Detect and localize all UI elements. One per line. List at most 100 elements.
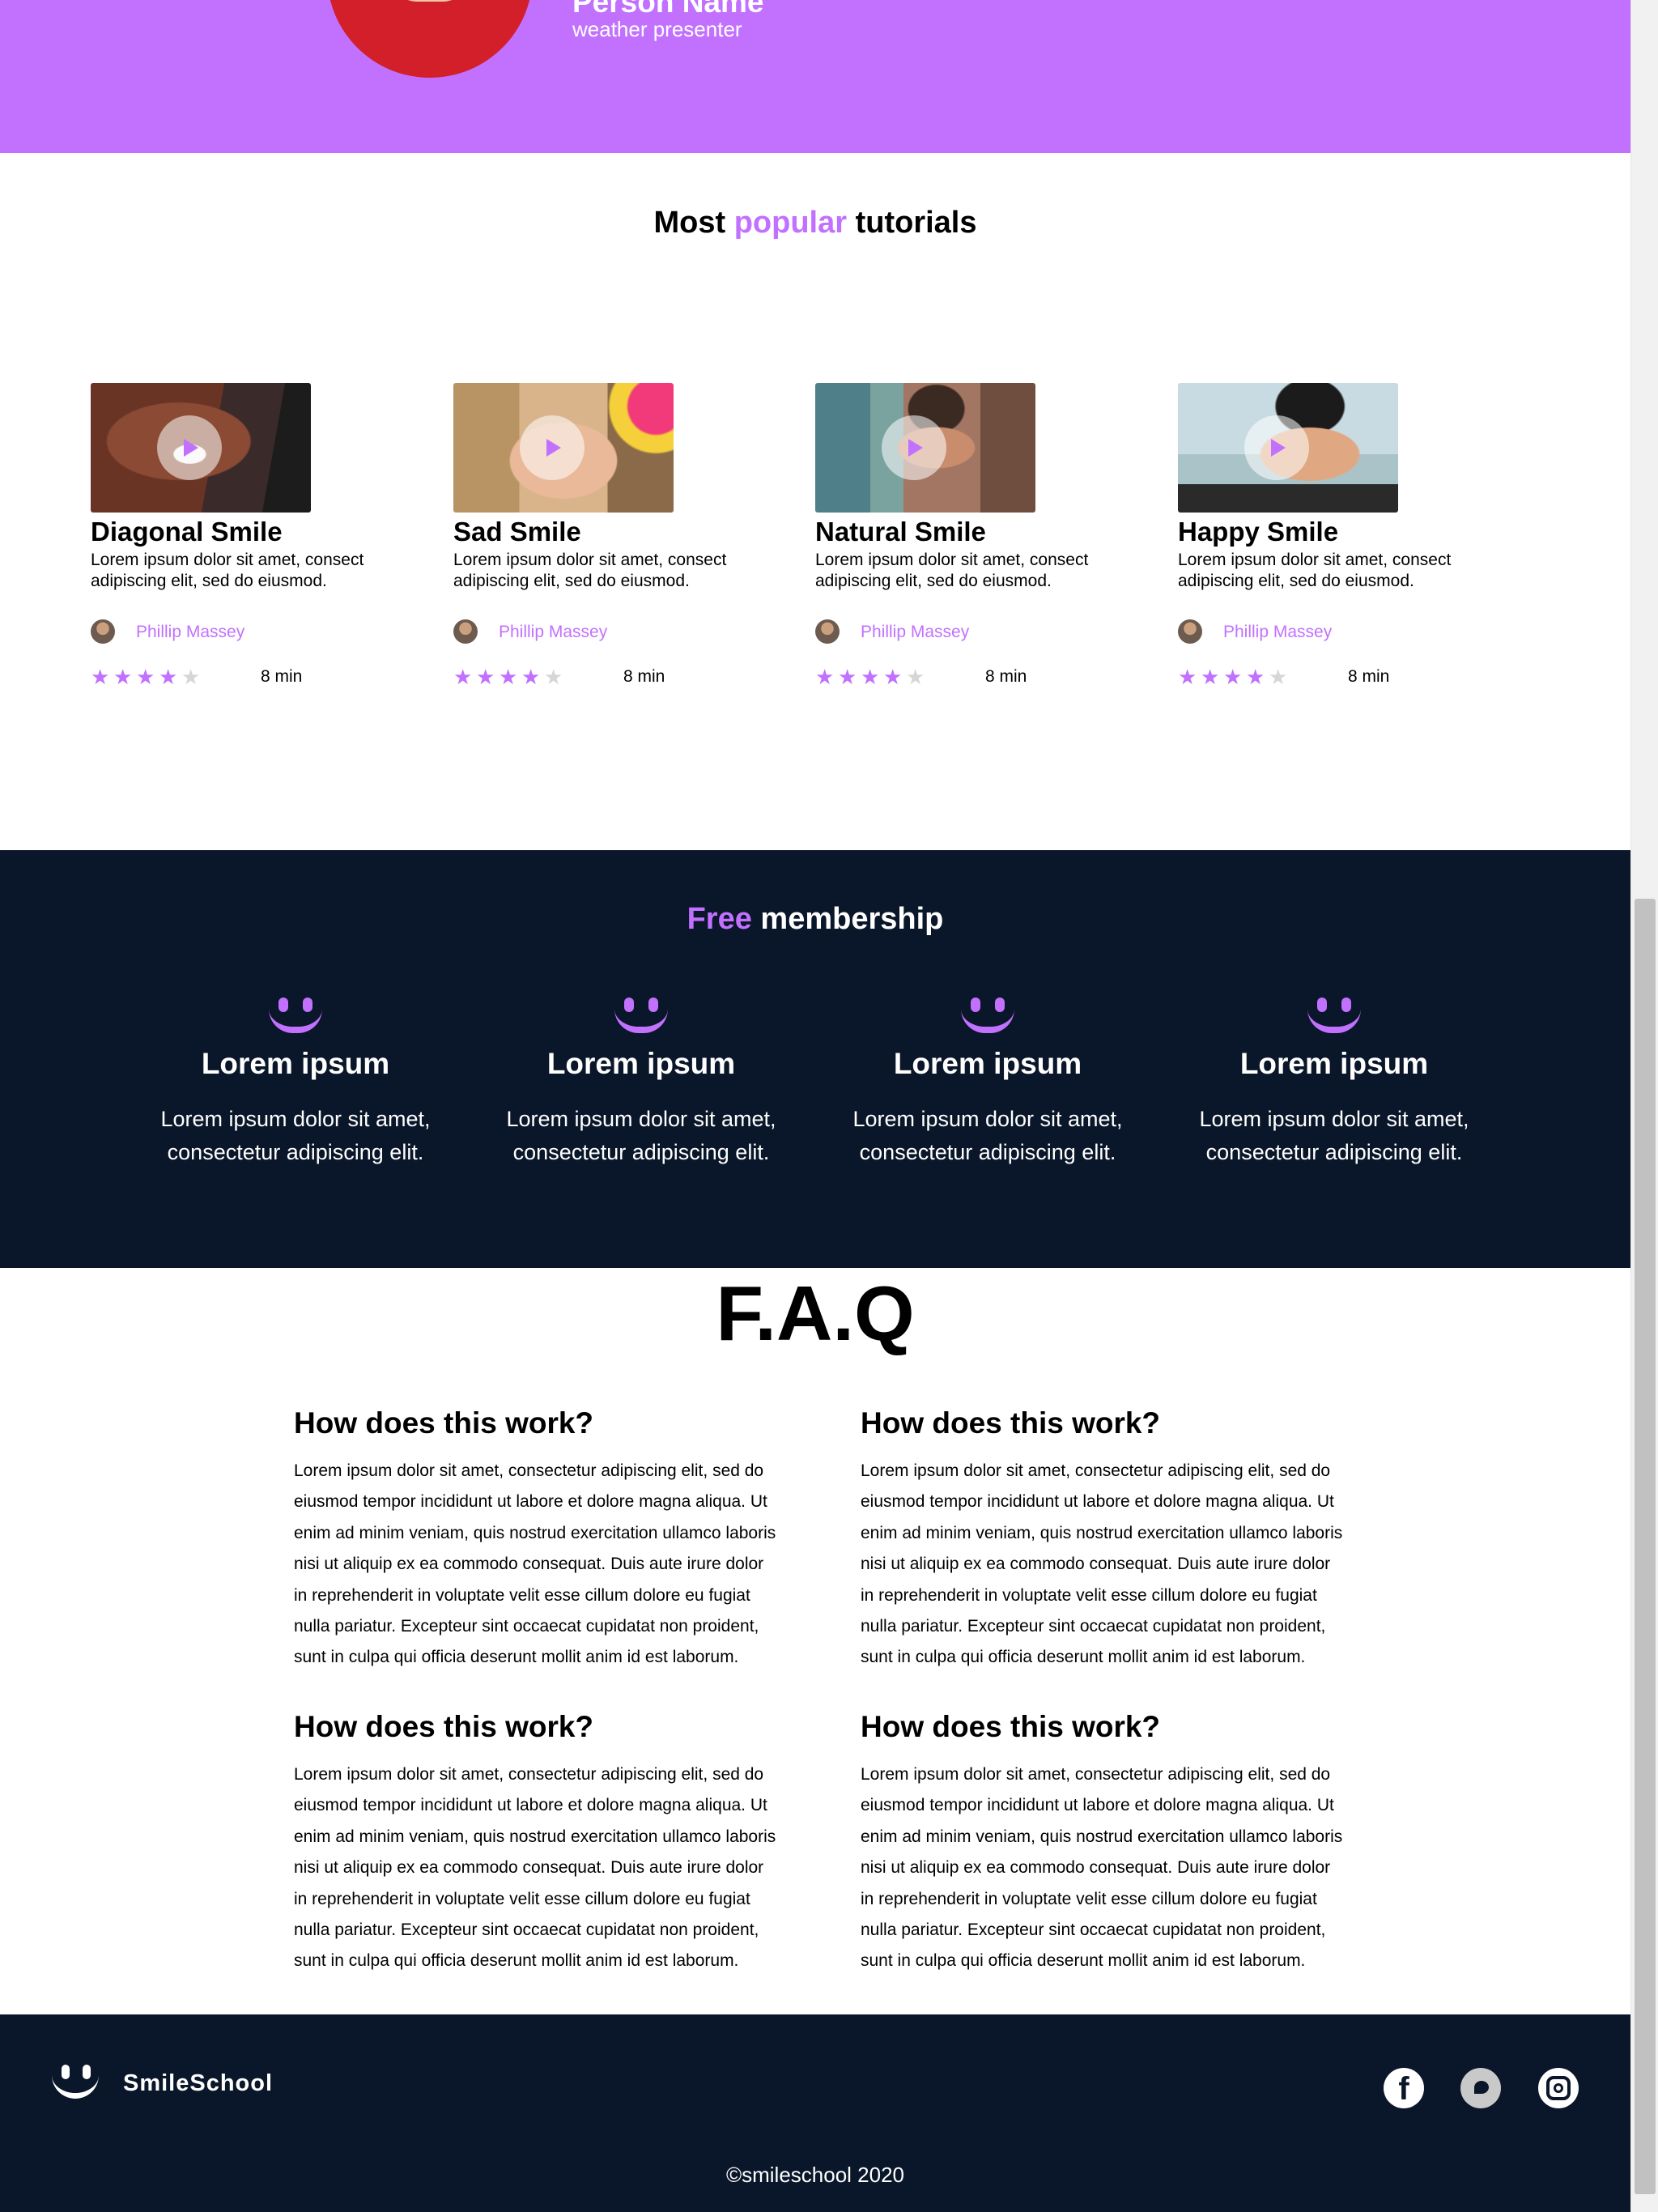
smileschool-logo-icon[interactable] bbox=[50, 2063, 100, 2107]
tutorial-thumbnail[interactable] bbox=[1178, 383, 1398, 513]
copyright-text: ©smileschool 2020 bbox=[725, 2163, 905, 2187]
author-name[interactable]: Phillip Massey bbox=[861, 622, 969, 643]
tutorial-card-sad-smile[interactable]: Sad Smile Lorem ipsum dolor sit amet, co… bbox=[453, 383, 769, 707]
faq-question: How does this work? bbox=[861, 1406, 1161, 1440]
testimonial-hero: Person Name weather presenter bbox=[0, 0, 1630, 153]
membership-feature: Lorem ipsum Lorem ipsum dolor sit amet, … bbox=[842, 993, 1133, 1169]
rating-stars: ★★★★★ bbox=[91, 666, 204, 687]
tutorial-description: Lorem ipsum dolor sit amet, consect adip… bbox=[1178, 551, 1452, 590]
vertical-scrollbar[interactable] bbox=[1630, 0, 1658, 2212]
author-avatar bbox=[815, 619, 840, 644]
tutorial-description: Lorem ipsum dolor sit amet, consect adip… bbox=[815, 551, 1089, 590]
star-icon: ★ bbox=[476, 665, 503, 689]
star-icon: ★ bbox=[91, 665, 117, 689]
tutorial-thumbnail[interactable] bbox=[815, 383, 1035, 513]
tutorial-card-diagonal-smile[interactable]: Diagonal Smile Lorem ipsum dolor sit ame… bbox=[91, 383, 406, 707]
star-icon: ★ bbox=[1269, 665, 1295, 689]
feature-description: Lorem ipsum dolor sit amet, consectetur … bbox=[160, 1107, 431, 1164]
scrollbar-thumb[interactable] bbox=[1635, 899, 1656, 2194]
feature-title: Lorem ipsum bbox=[1239, 1047, 1429, 1080]
star-icon: ★ bbox=[544, 665, 571, 689]
tutorial-description: Lorem ipsum dolor sit amet, consect adip… bbox=[91, 551, 364, 590]
tutorial-thumbnail[interactable] bbox=[91, 383, 311, 513]
play-icon[interactable] bbox=[882, 415, 946, 480]
star-icon: ★ bbox=[906, 665, 933, 689]
tutorial-title[interactable]: Happy Smile bbox=[1178, 516, 1338, 548]
star-icon: ★ bbox=[861, 665, 887, 689]
membership-title-highlight: Free bbox=[687, 902, 752, 936]
rating-stars: ★★★★★ bbox=[1178, 666, 1291, 687]
rating-stars: ★★★★★ bbox=[815, 666, 929, 687]
membership-feature: Lorem ipsum Lorem ipsum dolor sit amet, … bbox=[1188, 993, 1480, 1169]
membership-section: Free membership Lorem ipsum Lorem ipsum … bbox=[0, 850, 1630, 1268]
tutorial-description: Lorem ipsum dolor sit amet, consect adip… bbox=[453, 551, 727, 590]
tutorial-card-happy-smile[interactable]: Happy Smile Lorem ipsum dolor sit amet, … bbox=[1178, 383, 1494, 707]
faq-item: How does this work? Lorem ipsum dolor si… bbox=[294, 1709, 780, 1977]
membership-section-title: Free membership bbox=[0, 899, 1630, 939]
feature-title: Lorem ipsum bbox=[546, 1047, 736, 1080]
feature-title: Lorem ipsum bbox=[893, 1047, 1082, 1080]
star-icon: ★ bbox=[159, 665, 185, 689]
author-avatar bbox=[91, 619, 115, 644]
star-icon: ★ bbox=[1246, 665, 1273, 689]
faq-item: How does this work? Lorem ipsum dolor si… bbox=[294, 1406, 780, 1674]
author-avatar bbox=[1178, 619, 1202, 644]
instagram-icon[interactable] bbox=[1538, 2068, 1579, 2108]
feature-title: Lorem ipsum bbox=[201, 1047, 390, 1080]
author-name[interactable]: Phillip Massey bbox=[136, 622, 244, 643]
tutorial-duration: 8 min bbox=[261, 667, 303, 686]
star-icon: ★ bbox=[453, 665, 480, 689]
feature-description: Lorem ipsum dolor sit amet, consectetur … bbox=[852, 1107, 1123, 1164]
tutorial-title[interactable]: Sad Smile bbox=[453, 516, 581, 548]
twitter-icon[interactable] bbox=[1460, 2068, 1501, 2108]
faq-question: How does this work? bbox=[294, 1406, 594, 1440]
rating-stars: ★★★★★ bbox=[453, 666, 567, 687]
play-icon[interactable] bbox=[1244, 415, 1309, 480]
star-icon: ★ bbox=[181, 665, 208, 689]
popular-title-prefix: Most bbox=[653, 206, 734, 240]
feature-description: Lorem ipsum dolor sit amet, consectetur … bbox=[1199, 1107, 1469, 1164]
faq-item: How does this work? Lorem ipsum dolor si… bbox=[861, 1406, 1346, 1674]
author-name[interactable]: Phillip Massey bbox=[1223, 622, 1332, 643]
faq-item: How does this work? Lorem ipsum dolor si… bbox=[861, 1709, 1346, 1977]
popular-title-highlight: popular bbox=[733, 206, 848, 240]
popular-title-suffix: tutorials bbox=[847, 206, 977, 240]
star-icon: ★ bbox=[838, 665, 865, 689]
feature-description: Lorem ipsum dolor sit amet, consectetur … bbox=[506, 1107, 776, 1164]
tutorial-duration: 8 min bbox=[985, 667, 1027, 686]
membership-feature: Lorem ipsum Lorem ipsum dolor sit amet, … bbox=[495, 993, 787, 1169]
person-avatar bbox=[327, 0, 533, 78]
facebook-icon[interactable]: f bbox=[1384, 2068, 1424, 2108]
star-icon: ★ bbox=[1201, 665, 1227, 689]
faq-answer: Lorem ipsum dolor sit amet, consectetur … bbox=[294, 1765, 776, 1971]
star-icon: ★ bbox=[1178, 665, 1205, 689]
star-icon: ★ bbox=[521, 665, 548, 689]
tutorial-thumbnail[interactable] bbox=[453, 383, 674, 513]
smile-icon bbox=[959, 993, 1016, 1041]
play-icon[interactable] bbox=[157, 415, 222, 480]
popular-section-title: Most popular tutorials bbox=[0, 202, 1630, 243]
faq-answer: Lorem ipsum dolor sit amet, consectetur … bbox=[294, 1461, 776, 1667]
tutorial-title[interactable]: Diagonal Smile bbox=[91, 516, 283, 548]
author-avatar bbox=[453, 619, 478, 644]
faq-answer: Lorem ipsum dolor sit amet, consectetur … bbox=[861, 1765, 1343, 1971]
tutorial-title[interactable]: Natural Smile bbox=[815, 516, 986, 548]
page: Person Name weather presenter Most popul… bbox=[0, 0, 1630, 2212]
play-icon[interactable] bbox=[520, 415, 585, 480]
faq-answer: Lorem ipsum dolor sit amet, consectetur … bbox=[861, 1461, 1343, 1667]
person-role: weather presenter bbox=[572, 17, 742, 41]
faq-title: F.A.Q bbox=[716, 1270, 915, 1357]
footer-brand-name[interactable]: SmileSchool bbox=[123, 2069, 273, 2098]
star-icon: ★ bbox=[499, 665, 525, 689]
membership-title-suffix: membership bbox=[751, 902, 944, 936]
tutorial-duration: 8 min bbox=[1348, 667, 1390, 686]
faq-question: How does this work? bbox=[861, 1710, 1161, 1743]
star-icon: ★ bbox=[113, 665, 140, 689]
star-icon: ★ bbox=[136, 665, 163, 689]
star-icon: ★ bbox=[1223, 665, 1250, 689]
footer: SmileSchool f ©smileschool 2020 bbox=[0, 2014, 1630, 2212]
tutorial-card-natural-smile[interactable]: Natural Smile Lorem ipsum dolor sit amet… bbox=[815, 383, 1131, 707]
star-icon: ★ bbox=[815, 665, 842, 689]
membership-feature: Lorem ipsum Lorem ipsum dolor sit amet, … bbox=[150, 993, 441, 1169]
author-name[interactable]: Phillip Massey bbox=[499, 622, 607, 643]
